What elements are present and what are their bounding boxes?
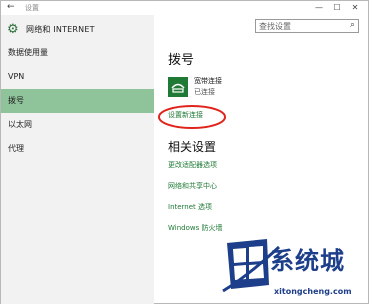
- close-button[interactable]: ✕: [346, 1, 364, 14]
- dialup-icon[interactable]: [168, 77, 188, 97]
- maximize-button[interactable]: ☐: [328, 1, 346, 14]
- change-adapter-options-link[interactable]: 更改适配器选项: [168, 160, 217, 170]
- watermark-url: xitongcheng.com: [274, 287, 352, 296]
- minimize-button[interactable]: —: [310, 1, 328, 14]
- watermark-text: 系统城: [270, 247, 345, 275]
- connection-status: 已连接: [194, 88, 215, 96]
- sidebar-item-data-usage[interactable]: 数据使用量: [1, 41, 154, 65]
- sidebar-item-proxy[interactable]: 代理: [1, 137, 154, 161]
- section-title: 拨号: [168, 53, 195, 68]
- sidebar-item-dialup[interactable]: 拨号: [1, 89, 154, 113]
- sidebar-item-vpn[interactable]: VPN: [1, 65, 154, 89]
- network-sharing-center-link[interactable]: 网络和共享中心: [168, 181, 217, 191]
- sidebar-nav: 数据使用量 VPN 拨号 以太网 代理: [1, 41, 154, 161]
- window-title: 设置: [25, 4, 39, 12]
- page-title: 网络和 INTERNET: [26, 24, 95, 34]
- back-arrow-icon[interactable]: ←: [7, 2, 15, 12]
- related-settings-title: 相关设置: [168, 140, 217, 154]
- title-bar: ← 设置 — ☐ ✕: [1, 1, 368, 15]
- sidebar-header: ⚙ 网络和 INTERNET: [7, 21, 95, 37]
- internet-options-link[interactable]: Internet 选项: [168, 202, 212, 212]
- sidebar: ⚙ 网络和 INTERNET 数据使用量 VPN 拨号 以太网 代理: [1, 15, 154, 304]
- gear-icon: ⚙: [7, 21, 19, 37]
- setup-new-connection-link[interactable]: 设置新连接: [168, 110, 203, 120]
- connection-name[interactable]: 宽带连接: [194, 76, 222, 86]
- windows-firewall-link[interactable]: Windows 防火墙: [168, 223, 222, 233]
- window-controls: — ☐ ✕: [310, 1, 364, 14]
- settings-window: ← 设置 — ☐ ✕ ⚙ 网络和 INTERNET 数据使用量 VPN 拨号 以…: [0, 0, 369, 304]
- sidebar-item-ethernet[interactable]: 以太网: [1, 113, 154, 137]
